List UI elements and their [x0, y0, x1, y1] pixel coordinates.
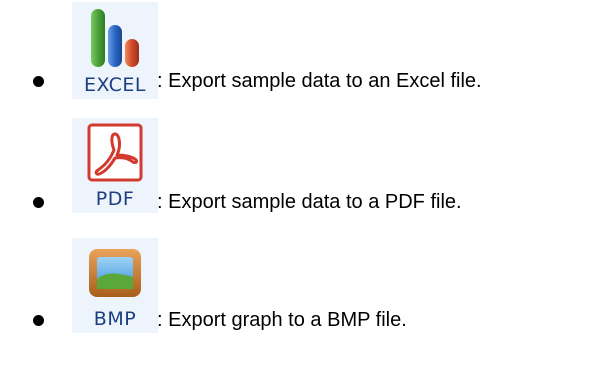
bullet-1	[33, 76, 44, 87]
bullet-3	[33, 315, 44, 326]
bmp-image-icon	[89, 249, 141, 297]
pdf-export-button[interactable]: PDF	[72, 118, 158, 213]
pdf-button-label: PDF	[95, 188, 135, 210]
excel-description: : Export sample data to an Excel file.	[157, 70, 482, 92]
pdf-description: : Export sample data to a PDF file.	[157, 191, 462, 213]
bmp-description: : Export graph to a BMP file.	[157, 309, 407, 331]
excel-export-button[interactable]: EXCEL	[72, 2, 158, 99]
bullet-2	[33, 197, 44, 208]
excel-button-label: EXCEL	[84, 74, 146, 96]
pdf-acrobat-icon	[87, 123, 143, 182]
list-item-bmp: BMP : Export graph to a BMP file.	[0, 238, 612, 370]
bmp-button-label: BMP	[93, 308, 137, 330]
bmp-export-button[interactable]: BMP	[72, 238, 158, 333]
list-item-excel: EXCEL : Export sample data to an Excel f…	[0, 0, 612, 118]
list-item-pdf: PDF : Export sample data to a PDF file.	[0, 118, 612, 238]
excel-chart-icon	[91, 9, 139, 67]
